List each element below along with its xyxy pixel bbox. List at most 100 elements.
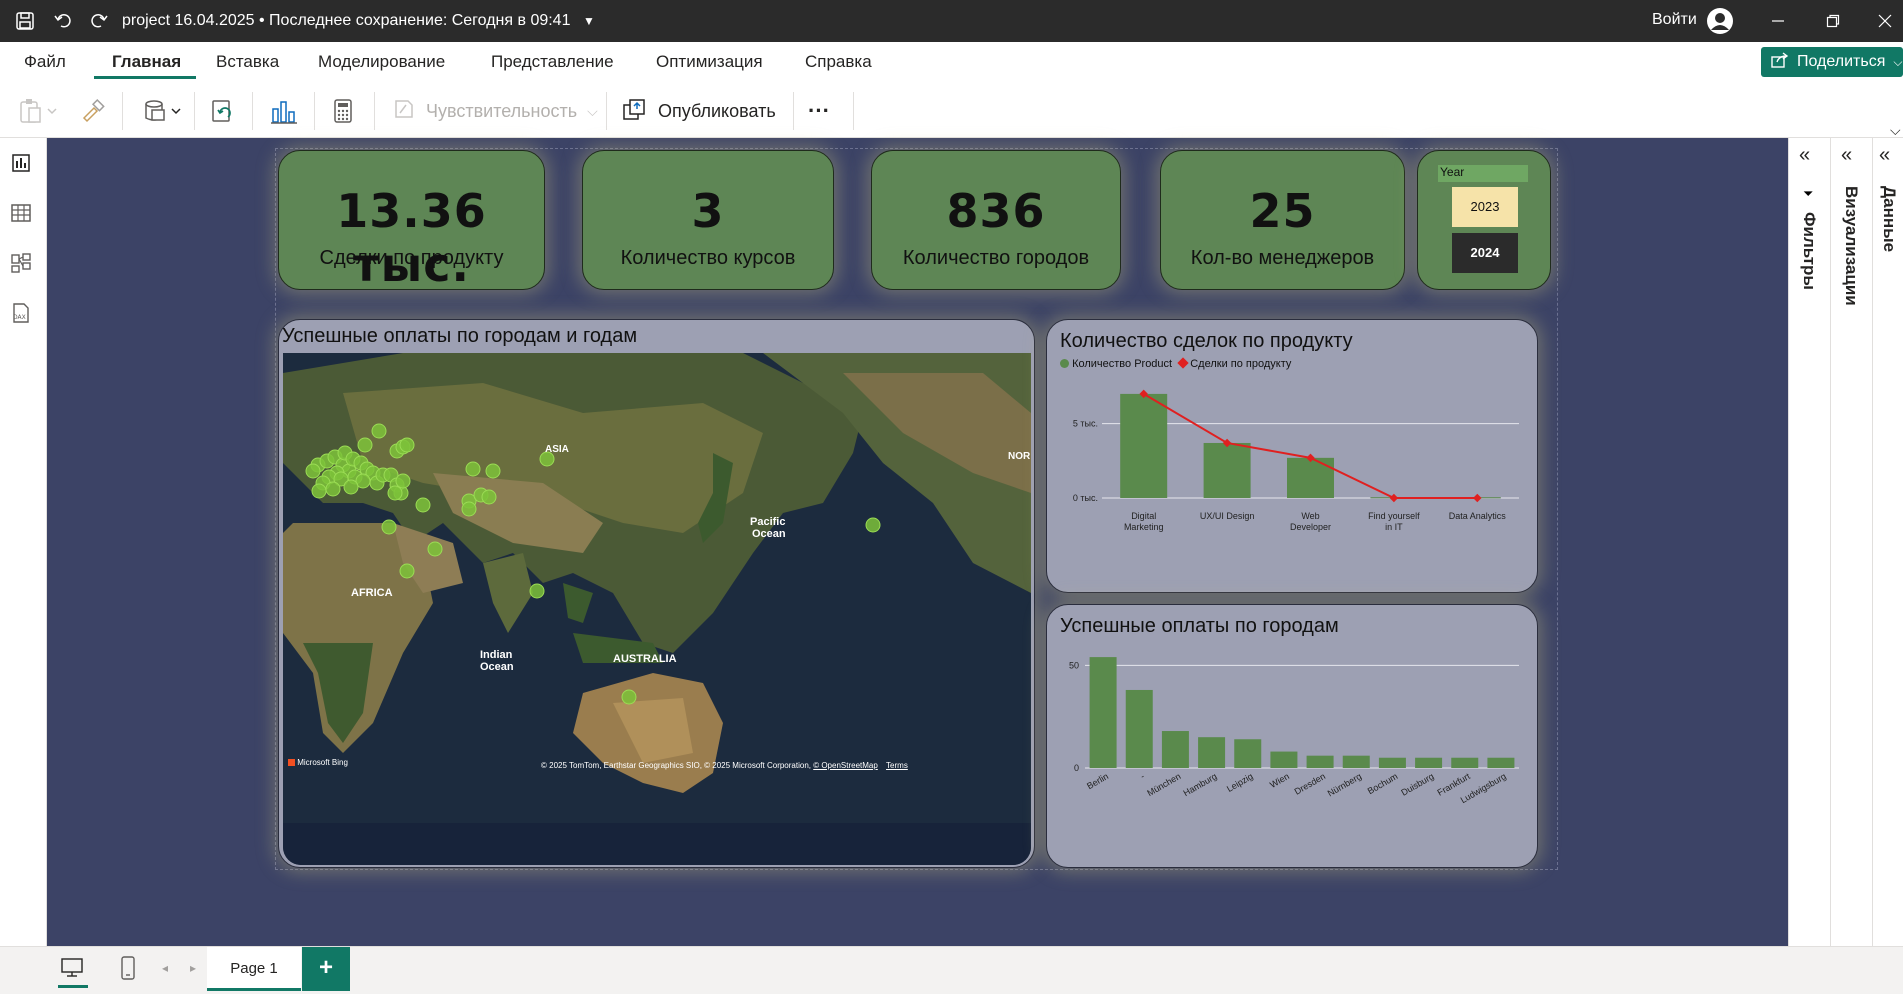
slicer-option-2023[interactable]: 2023 (1452, 187, 1518, 227)
data-source-button[interactable] (142, 94, 186, 128)
map-marker (371, 423, 387, 439)
sensitivity-button[interactable]: Чувствительность ⌵ (392, 94, 598, 128)
bar (1120, 393, 1168, 498)
share-icon (1771, 51, 1789, 73)
line-point (1473, 493, 1482, 503)
active-layout-indicator (58, 985, 88, 988)
map-marker (621, 689, 637, 705)
visualizations-pane[interactable]: « Визуализации (1830, 138, 1872, 946)
bar (1287, 457, 1334, 498)
chevron-down-icon[interactable]: ▼ (583, 14, 595, 28)
menu-file[interactable]: Файл (24, 52, 66, 72)
data-pane-label[interactable]: Данные (1879, 186, 1899, 252)
refresh-icon[interactable] (210, 94, 236, 128)
more-options-button[interactable]: ··· (808, 94, 830, 128)
redo-icon[interactable] (88, 10, 110, 32)
bar (1089, 657, 1117, 768)
x-tick-label: Developer (1290, 522, 1331, 532)
x-tick-label: Wien (1268, 771, 1291, 790)
format-painter-icon[interactable] (80, 94, 106, 128)
osm-link[interactable]: © OpenStreetMap (813, 761, 878, 770)
map-marker (357, 437, 373, 453)
filter-icon: ⏷ (1803, 186, 1814, 201)
map-label-pacific-ocean: Ocean (752, 528, 786, 540)
paste-button[interactable] (18, 94, 60, 128)
menu-modeling[interactable]: Моделирование (318, 52, 445, 72)
kpi-card-managers[interactable]: 25 Кол-во менеджеров (1160, 150, 1405, 290)
page-tab-1[interactable]: Page 1 (207, 947, 301, 991)
filters-pane-label[interactable]: Фильтры (1799, 212, 1819, 290)
map-marker (415, 497, 431, 513)
kpi-label: Сделки по продукту (319, 247, 504, 269)
bar (1270, 751, 1298, 768)
menu-optimize[interactable]: Оптимизация (656, 52, 763, 72)
new-visual-icon[interactable] (270, 94, 298, 128)
menu-home[interactable]: Главная (112, 52, 181, 72)
model-view-icon[interactable] (8, 250, 34, 276)
bar (1125, 689, 1153, 768)
publish-button[interactable]: Опубликовать (622, 94, 776, 128)
bar (1198, 737, 1226, 768)
bar (1234, 739, 1262, 768)
map-marker (465, 461, 481, 477)
map-marker (481, 489, 497, 505)
bar (1378, 757, 1406, 768)
collapse-ribbon-icon[interactable]: ⌵ (1890, 122, 1901, 139)
slicer-option-2024[interactable]: 2024 (1452, 233, 1518, 273)
payments-by-city-chart[interactable]: Успешные оплаты по городам 0 50 Berlin - Mün… (1046, 604, 1538, 868)
x-tick-label: Digital (1131, 511, 1156, 521)
map-marker (865, 517, 881, 533)
kpi-card-courses[interactable]: 3 Количество курсов (582, 150, 834, 290)
page-tabs-bar: ◂ ▸ Page 1 + (0, 946, 1903, 994)
dax-query-icon[interactable]: DAX (8, 300, 34, 326)
share-button[interactable]: Поделиться ⌵ (1761, 47, 1903, 77)
kpi-label: Кол-во менеджеров (1190, 247, 1375, 269)
menu-insert[interactable]: Вставка (216, 52, 279, 72)
map-marker (387, 485, 403, 501)
year-slicer[interactable]: Year 2023 2024 (1417, 150, 1551, 290)
table-view-icon[interactable] (8, 200, 34, 226)
menu-view[interactable]: Представление (491, 52, 614, 72)
bar (1342, 755, 1370, 768)
kpi-card-deals[interactable]: 13.36 тыс. Сделки по продукту (278, 150, 545, 292)
undo-icon[interactable] (52, 10, 74, 32)
x-tick-label: Marketing (1124, 522, 1164, 532)
data-pane[interactable]: « Данные (1872, 138, 1903, 946)
avatar-icon[interactable] (1707, 8, 1733, 34)
close-icon[interactable] (1870, 8, 1900, 34)
ribbon-toolbar: Чувствительность ⌵ Опубликовать ··· ⌵ (0, 82, 1903, 138)
expand-chevron-icon[interactable]: « (1799, 144, 1810, 167)
expand-chevron-icon[interactable]: « (1879, 144, 1890, 167)
menu-help[interactable]: Справка (805, 52, 872, 72)
terms-link[interactable]: Terms (886, 761, 908, 770)
x-tick-label: Hamburg (1182, 771, 1219, 798)
add-page-button[interactable]: + (302, 947, 350, 991)
map-label-asia: ASIA (545, 444, 569, 455)
map-marker (305, 463, 321, 479)
sign-in-button[interactable]: Войти (1652, 11, 1697, 29)
filters-pane[interactable]: « ⏷ Фильтры (1788, 138, 1830, 946)
y-tick-label: 0 (1074, 763, 1079, 773)
map-marker (427, 541, 443, 557)
restore-icon[interactable] (1818, 8, 1848, 34)
view-switcher: DAX (0, 138, 47, 946)
report-view-icon[interactable] (8, 150, 34, 176)
file-title[interactable]: project 16.04.2025 • Последнее сохранени… (122, 12, 595, 30)
mobile-layout-icon[interactable] (120, 955, 136, 986)
calculator-icon[interactable] (330, 94, 356, 128)
desktop-layout-icon[interactable] (60, 957, 84, 984)
map-label-indian-ocean: Ocean (480, 661, 514, 673)
map-marker (381, 519, 397, 535)
deals-by-product-chart[interactable]: Количество сделок по продукту Количество… (1046, 319, 1538, 593)
next-page-icon[interactable]: ▸ (190, 961, 196, 975)
x-tick-label: UX/UI Design (1200, 511, 1255, 521)
minimize-icon[interactable] (1763, 8, 1793, 34)
map-label-pacific: Pacific (750, 516, 786, 528)
map-visual[interactable]: Успешные оплаты по городам и годам ASIA … (278, 319, 1035, 868)
prev-page-icon[interactable]: ◂ (162, 961, 168, 975)
kpi-card-cities[interactable]: 836 Количество городов (871, 150, 1121, 290)
save-icon[interactable] (14, 10, 36, 32)
map-canvas[interactable]: ASIA NOR Pacific Ocean AFRICA Indian Oce… (283, 353, 1031, 865)
visualizations-pane-label[interactable]: Визуализации (1841, 186, 1861, 306)
expand-chevron-icon[interactable]: « (1841, 144, 1852, 167)
